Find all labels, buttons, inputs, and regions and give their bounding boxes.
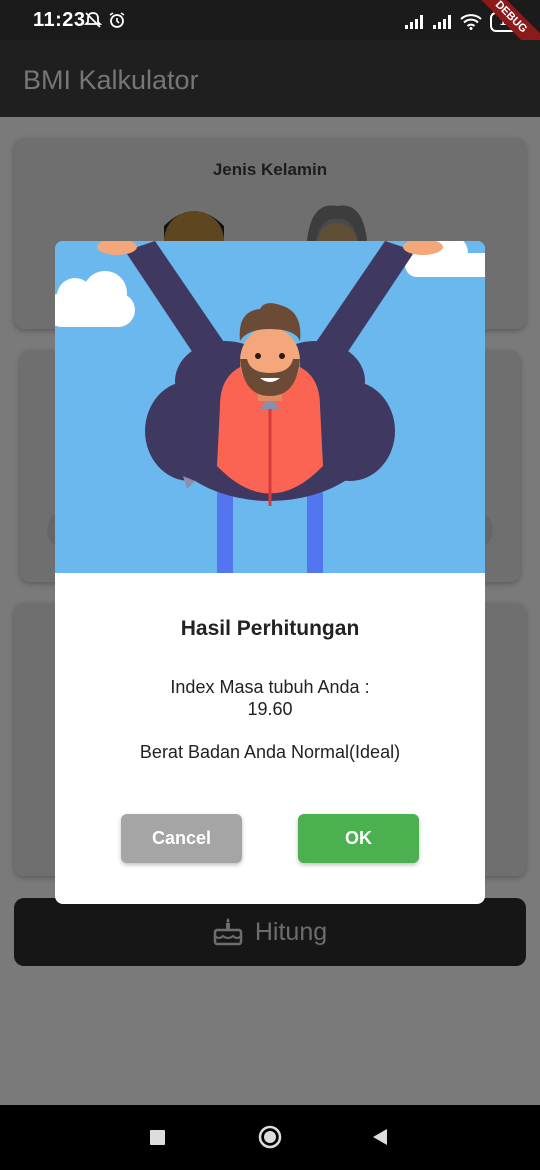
recents-icon[interactable] (150, 1130, 165, 1145)
cancel-button[interactable]: Cancel (121, 814, 242, 863)
bmi-index-label: Index Masa tubuh Anda : (170, 677, 370, 697)
bmi-result-text: Berat Badan Anda Normal(Ideal) (139, 742, 401, 762)
signal-icon (433, 15, 451, 29)
cancel-button-label: Cancel (151, 828, 212, 848)
app-bar: BMI Kalkulator (0, 40, 540, 117)
signal-icon (405, 15, 423, 29)
dialog-illustration (55, 241, 485, 573)
gender-card-title: Jenis Kelamin (212, 160, 328, 179)
page-title: BMI Kalkulator (23, 65, 199, 95)
bmi-index-value: 19.60 (247, 699, 293, 719)
ok-button-label: OK (345, 828, 372, 848)
status-icons-left (84, 11, 126, 29)
calculate-button-label: Hitung (254, 917, 328, 946)
dialog-title: Hasil Perhitungan (180, 617, 360, 640)
home-icon[interactable] (258, 1125, 282, 1149)
calculate-button[interactable]: Hitung (14, 898, 526, 966)
status-time: 11:23 (33, 9, 86, 31)
system-nav-bar (0, 1105, 540, 1170)
result-dialog: Hasil Perhitungan Index Masa tubuh Anda … (55, 241, 485, 904)
alarm-icon (109, 12, 125, 28)
mute-icon (84, 12, 102, 28)
status-bar: 11:23 12 DEBUG (0, 0, 540, 63)
back-icon[interactable] (371, 1128, 389, 1146)
cake-icon (213, 918, 243, 946)
wifi-icon (460, 14, 482, 30)
ok-button[interactable]: OK (298, 814, 419, 863)
